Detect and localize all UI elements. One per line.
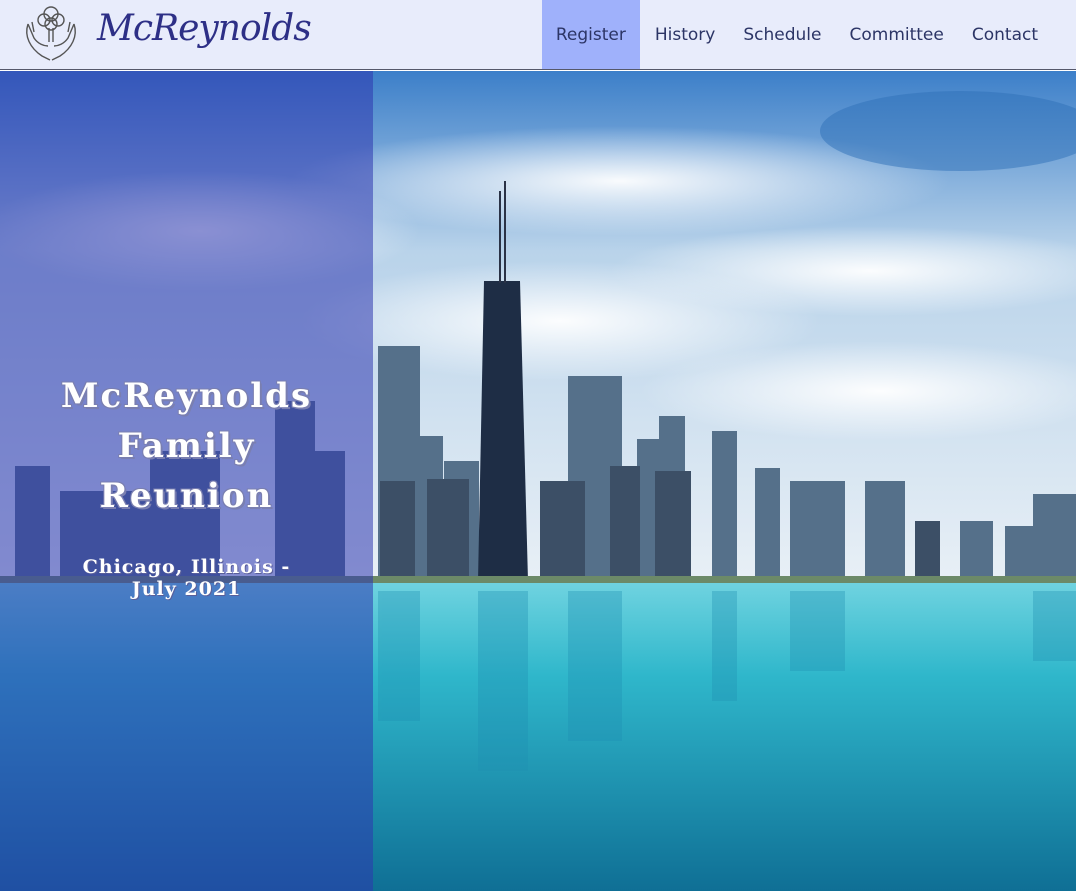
hero-subtitle-line: Chicago, Illinois - [82, 556, 291, 578]
nav-committee[interactable]: Committee [835, 0, 957, 69]
hero-title-line: McReynolds [60, 376, 313, 416]
hands-tree-icon[interactable] [20, 2, 82, 64]
nav-history[interactable]: History [641, 0, 729, 69]
main-nav: Register History Schedule Committee Cont… [541, 0, 1052, 70]
hero-subtitle: Chicago, Illinois - July 2021 [40, 556, 333, 600]
hero-title-line: Reunion [99, 476, 274, 516]
hero-title-line: Family [117, 426, 256, 466]
hero-subtitle-line: July 2021 [131, 578, 242, 600]
site-header: McReynolds Register History Schedule Com… [0, 0, 1076, 70]
nav-register[interactable]: Register [541, 0, 640, 69]
hero-section: McReynolds Family Reunion Chicago, Illin… [0, 71, 1076, 891]
hero-title: McReynolds Family Reunion [0, 371, 373, 521]
nav-schedule[interactable]: Schedule [729, 0, 835, 69]
nav-contact[interactable]: Contact [958, 0, 1052, 69]
brand-name[interactable]: McReynolds [97, 8, 312, 49]
